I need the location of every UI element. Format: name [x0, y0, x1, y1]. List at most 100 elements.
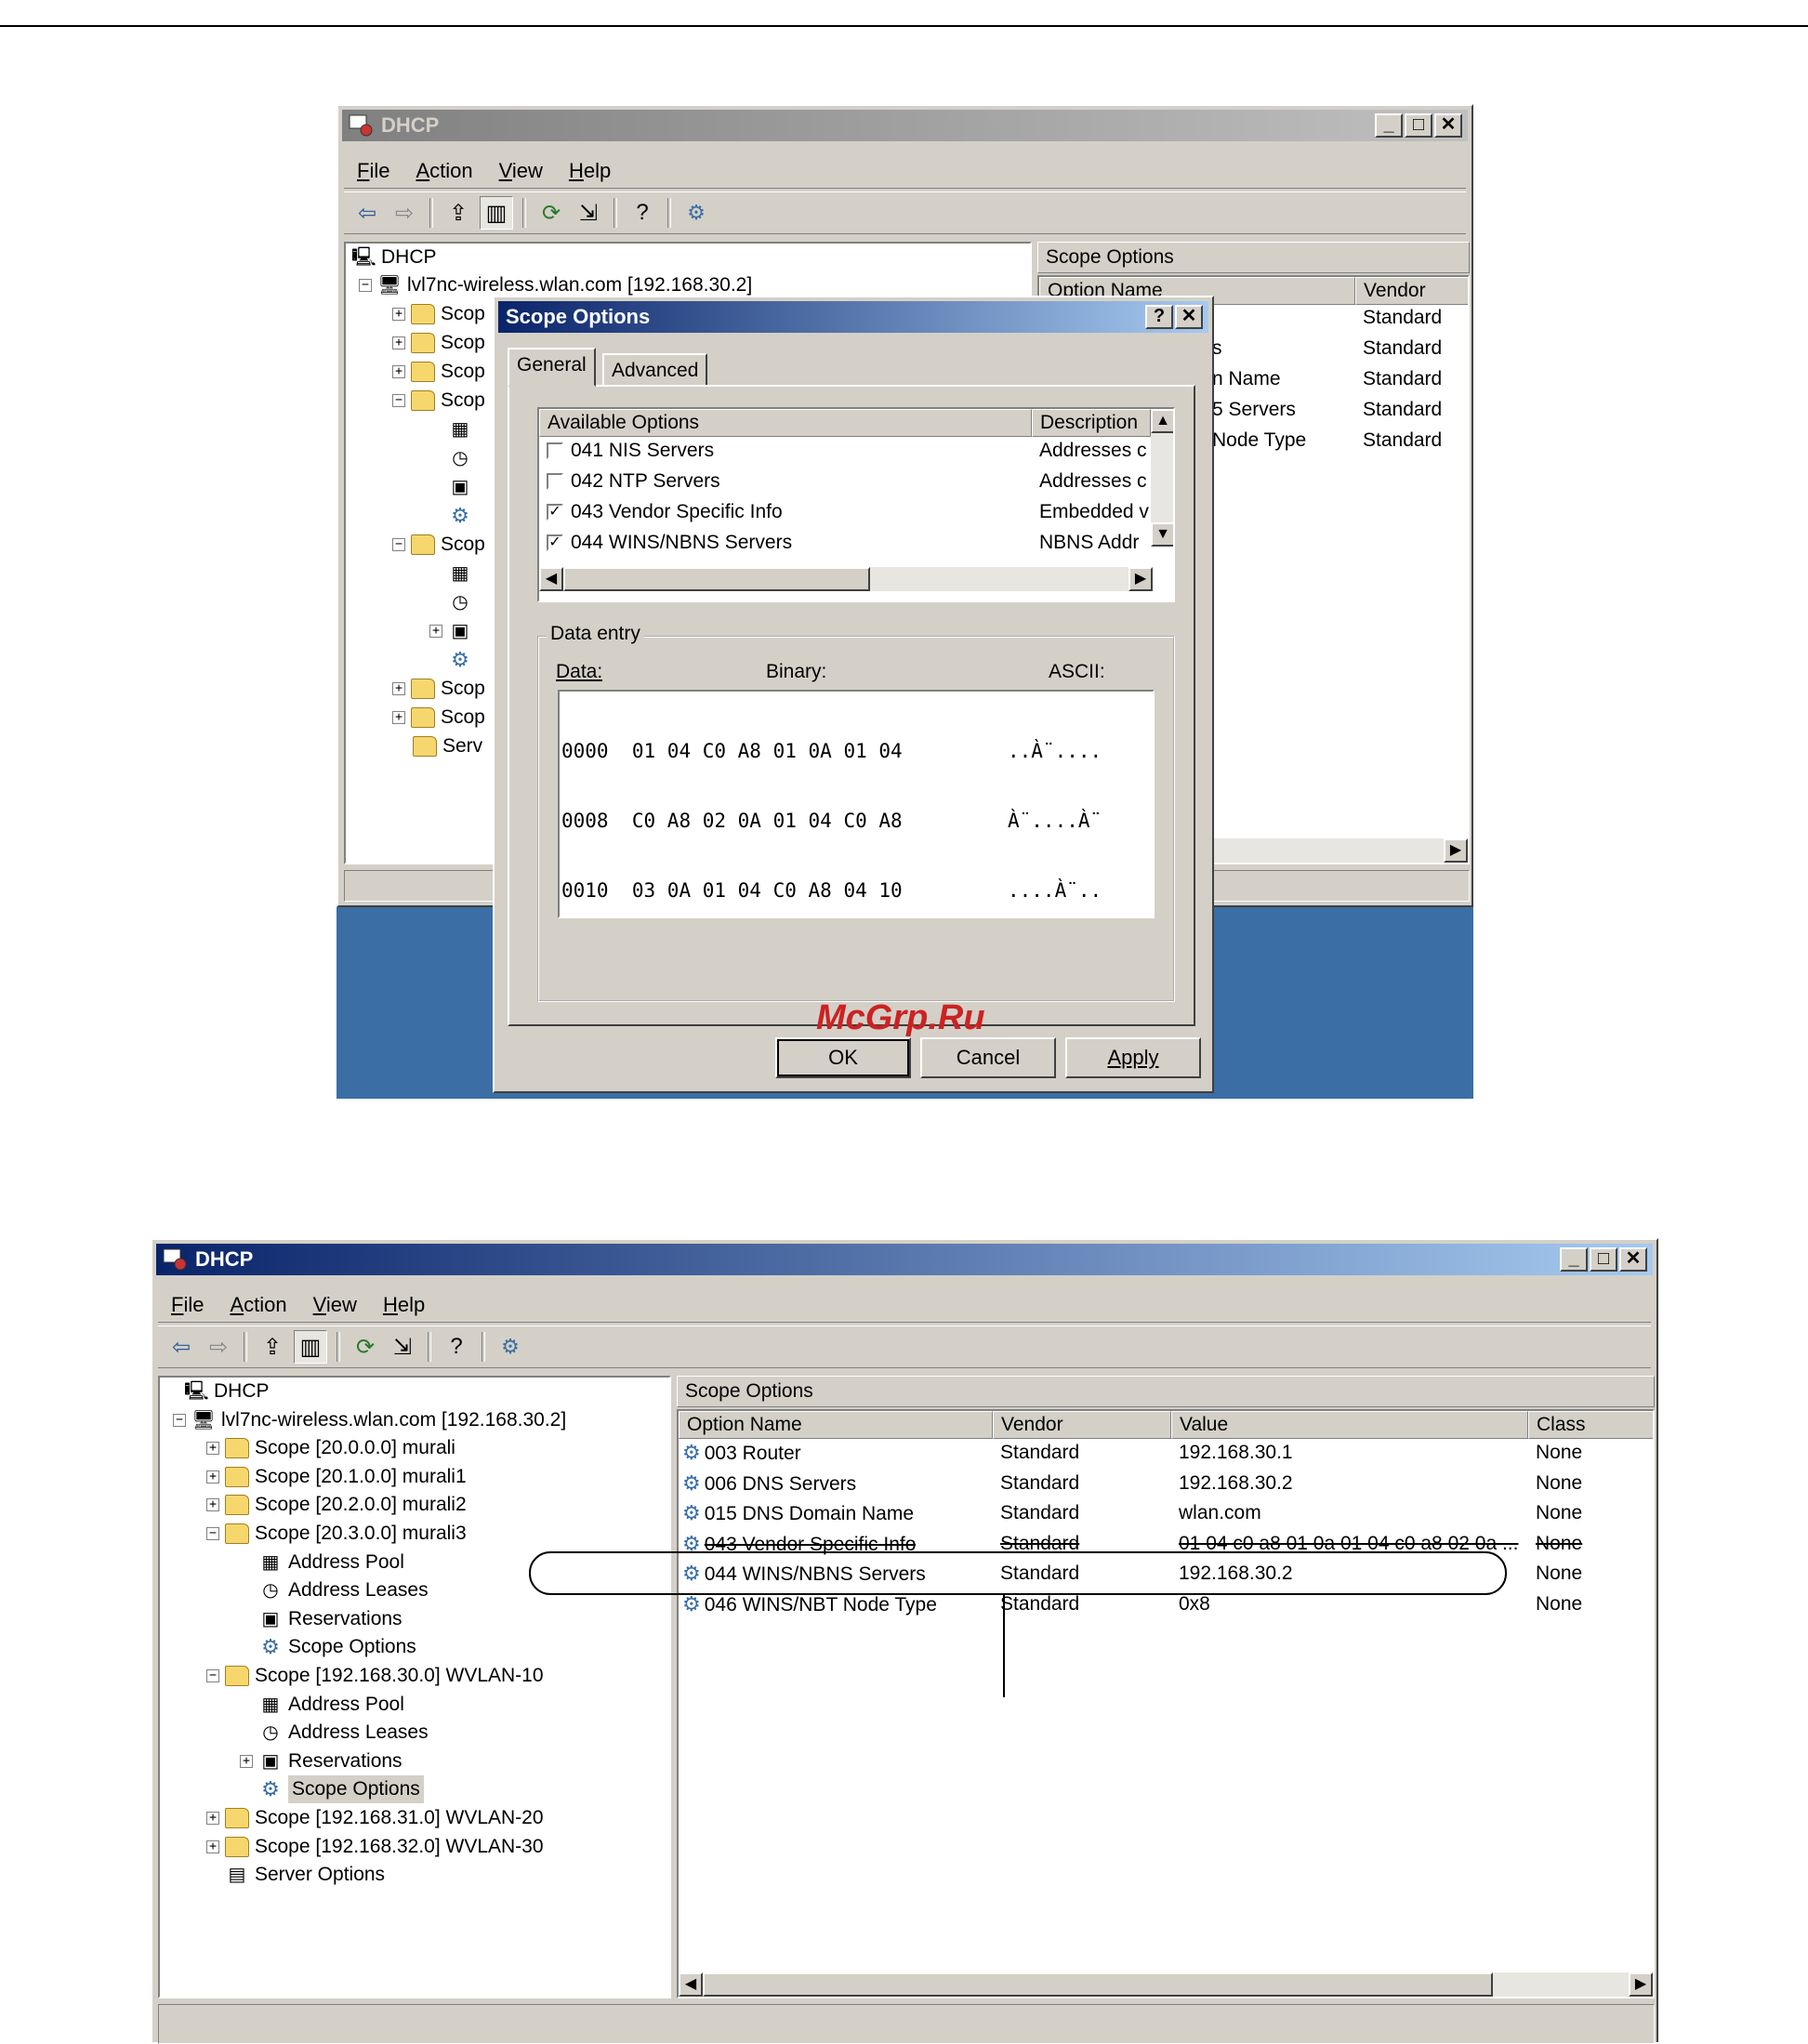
tree-node[interactable]: ⚙ Scope Options	[258, 1633, 416, 1661]
tree-node-label[interactable]: Scope [192.168.30.0] WVLAN-10	[255, 1662, 544, 1690]
binary-data-editor[interactable]: 0000 01 04 C0 A8 01 0A 01 04 0008 C0 A8 …	[558, 690, 1155, 918]
collapse-icon[interactable]: −	[359, 279, 372, 292]
tab-general[interactable]: General	[508, 348, 596, 387]
bottom-window-titlebar[interactable]: DHCP _ □ ✕	[156, 1244, 1653, 1275]
back-arrow-icon[interactable]: ⇦	[351, 197, 383, 229]
expand-icon[interactable]: +	[392, 365, 405, 378]
option-checkbox-checked[interactable]: ✓	[547, 534, 563, 551]
tree-node[interactable]: ▤ Server Options	[225, 1861, 386, 1889]
forward-arrow-icon[interactable]: ⇨	[203, 1331, 234, 1363]
cancel-button[interactable]: Cancel	[920, 1037, 1056, 1078]
tree-node[interactable]: + Scope [20.1.0.0] murali1	[206, 1463, 467, 1491]
option-name[interactable]: 044 WINS/NBNS Servers	[571, 529, 792, 557]
tree-node-label[interactable]: Address Leases	[288, 1719, 429, 1747]
col-value[interactable]: Value	[1171, 1411, 1528, 1439]
tree-node[interactable]: ▦ Address Pool	[258, 1549, 404, 1576]
data-ascii[interactable]: ..À¨....	[1008, 740, 1102, 763]
expand-icon[interactable]: +	[206, 1812, 219, 1825]
tree-node[interactable]: + Scope [20.2.0.0] murali2	[206, 1491, 467, 1519]
option-row[interactable]: ⚙ 043 Vendor Specific Info	[682, 1530, 916, 1559]
scroll-left-icon[interactable]: ◀	[539, 567, 563, 591]
expand-icon[interactable]: +	[206, 1840, 219, 1853]
expand-icon[interactable]: +	[392, 308, 405, 321]
tree-serv-label[interactable]: Serv	[442, 732, 482, 760]
col-vendor[interactable]: Vendor	[1355, 277, 1468, 305]
tree-node[interactable]: + Scope [192.168.31.0] WVLAN-20	[206, 1804, 544, 1832]
data-ascii[interactable]: À¨....À¨	[1008, 810, 1102, 833]
collapse-icon[interactable]: −	[392, 394, 405, 407]
tree-node-label[interactable]: Scope [20.3.0.0] murali3	[255, 1520, 467, 1548]
option-row[interactable]: ⚙ 015 DNS Domain Name	[682, 1499, 914, 1528]
expand-icon[interactable]: +	[429, 625, 442, 638]
scroll-down-icon[interactable]: ▼	[1151, 522, 1173, 547]
tree-node[interactable]: ⚙ Scope Options	[258, 1775, 424, 1804]
tree-node-label[interactable]: Scope [192.168.31.0] WVLAN-20	[255, 1804, 544, 1832]
dialog-titlebar[interactable]: Scope Options ? ✕	[498, 301, 1208, 333]
options-gear-icon[interactable]: ⚙	[680, 197, 712, 229]
tree-scope-label[interactable]: Scop	[441, 329, 485, 357]
scroll-right-icon[interactable]: ▶	[1128, 567, 1153, 591]
export-list-icon[interactable]: ⇲	[387, 1331, 418, 1363]
show-tree-icon[interactable]: ▥	[480, 196, 513, 230]
maximize-button[interactable]: □	[1405, 113, 1432, 138]
tree-node-label[interactable]: Scope Options	[288, 1633, 416, 1661]
collapse-icon[interactable]: −	[206, 1527, 219, 1540]
tree-node[interactable]: + Scope [20.0.0.0] murali	[206, 1434, 455, 1462]
minimize-button[interactable]: _	[1375, 113, 1403, 138]
up-folder-icon[interactable]: ⇪	[442, 197, 474, 229]
tree-scope-label[interactable]: Scop	[441, 704, 485, 732]
option-row[interactable]: ⚙ 003 Router	[682, 1439, 801, 1468]
tree-node-label[interactable]: Scope Options	[288, 1775, 424, 1804]
tree-node[interactable]: − 🖥 lvl7nc-wireless.wlan.com [192.168.30.2…	[173, 1406, 566, 1434]
close-button[interactable]: ✕	[1619, 1247, 1647, 1272]
tree-root-label[interactable]: DHCP	[381, 244, 437, 271]
menu-view[interactable]: View	[300, 1293, 370, 1317]
tree-node-label[interactable]: Reservations	[288, 1747, 403, 1775]
close-button[interactable]: ✕	[1434, 113, 1462, 138]
tree-node-label[interactable]: Server Options	[255, 1861, 385, 1889]
menu-help[interactable]: Help	[556, 159, 624, 183]
available-options-list[interactable]: Available Options Description ▲ ▼ 041 NI…	[537, 407, 1175, 602]
minimize-button[interactable]: _	[1560, 1247, 1588, 1272]
list-hscroll-thumb[interactable]	[563, 567, 870, 591]
tree-scope-label[interactable]: Scop	[441, 531, 485, 559]
forward-arrow-icon[interactable]: ⇨	[389, 197, 420, 229]
refresh-icon[interactable]: ⟳	[535, 197, 567, 229]
expand-icon[interactable]: +	[206, 1498, 219, 1512]
col-option-name[interactable]: Option Name	[679, 1411, 993, 1439]
option-row[interactable]: ⚙ 046 WINS/NBT Node Type	[682, 1590, 937, 1619]
tree-node-label[interactable]: Address Pool	[288, 1549, 404, 1576]
collapse-icon[interactable]: −	[392, 538, 405, 551]
data-ascii[interactable]: ....À¨..	[1008, 879, 1102, 903]
refresh-icon[interactable]: ⟳	[350, 1331, 381, 1363]
data-hex[interactable]: 01 04 C0 A8 01 0A 01 04	[632, 740, 903, 762]
collapse-icon[interactable]: −	[173, 1413, 186, 1427]
help-icon[interactable]: ?	[441, 1331, 472, 1363]
tree-node[interactable]: ◷ Address Leases	[258, 1576, 429, 1604]
col-description[interactable]: Description	[1032, 409, 1151, 437]
tab-advanced[interactable]: Advanced	[602, 353, 708, 387]
expand-icon[interactable]: +	[206, 1442, 219, 1456]
menu-view[interactable]: View	[486, 159, 556, 183]
ok-button[interactable]: OK	[775, 1037, 911, 1078]
tree-node[interactable]: 🖳 DHCP	[184, 1378, 270, 1405]
menu-action[interactable]: Action	[403, 159, 485, 183]
col-vendor[interactable]: Vendor	[993, 1411, 1171, 1439]
options-gear-icon[interactable]: ⚙	[495, 1331, 526, 1363]
help-icon[interactable]: ?	[627, 197, 658, 229]
option-name[interactable]: 041 NIS Servers	[571, 437, 714, 465]
scroll-right-icon[interactable]: ▶	[1444, 838, 1468, 863]
option-checkbox[interactable]	[547, 473, 563, 490]
tree-node-label[interactable]: Address Leases	[288, 1576, 429, 1604]
show-tree-icon[interactable]: ▥	[294, 1330, 327, 1364]
data-hex[interactable]: C0 A8 02 0A 01 04 C0 A8	[632, 810, 903, 832]
expand-icon[interactable]: +	[392, 711, 405, 724]
tree-scope-label[interactable]: Scop	[441, 358, 485, 386]
option-name[interactable]: 043 Vendor Specific Info	[571, 498, 783, 526]
data-hex[interactable]: 03 0A 01 04 C0 A8 04 10	[632, 879, 903, 902]
option-row[interactable]: ⚙ 006 DNS Servers	[682, 1470, 856, 1498]
tree-node[interactable]: ◷ Address Leases	[258, 1719, 429, 1747]
tree-node[interactable]: − Scope [20.3.0.0] murali3	[206, 1520, 467, 1548]
tree-scope-label[interactable]: Scop	[441, 387, 485, 415]
menu-file[interactable]: File	[344, 159, 403, 183]
